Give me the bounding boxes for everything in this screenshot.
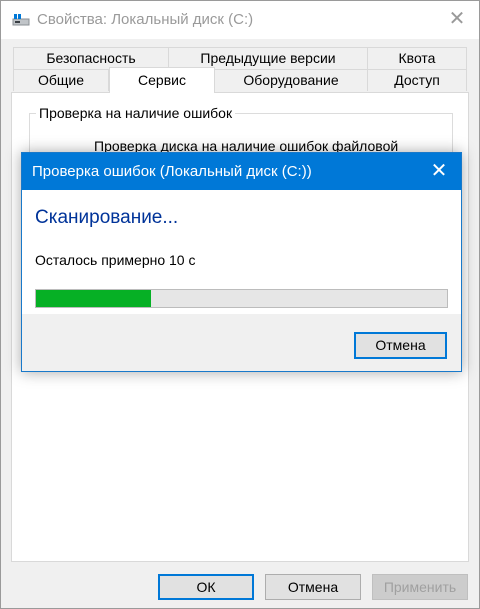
tab-sharing[interactable]: Доступ bbox=[367, 69, 467, 91]
error-check-dialog: Проверка ошибок (Локальный диск (C:)) ✕ … bbox=[21, 152, 462, 372]
dialog-title: Проверка ошибок (Локальный диск (C:)) bbox=[32, 163, 312, 180]
apply-button[interactable]: Применить bbox=[372, 574, 468, 600]
titlebar: Свойства: Локальный диск (C:) ✕ bbox=[1, 1, 479, 39]
group-title: Проверка на наличие ошибок bbox=[36, 105, 236, 121]
dialog-cancel-button[interactable]: Отмена bbox=[354, 332, 447, 359]
tab-security[interactable]: Безопасность bbox=[13, 47, 169, 69]
close-icon[interactable]: ✕ bbox=[429, 161, 449, 181]
dialog-titlebar: Проверка ошибок (Локальный диск (C:)) ✕ bbox=[22, 153, 461, 190]
tab-quota[interactable]: Квота bbox=[367, 47, 467, 69]
tab-previous-versions[interactable]: Предыдущие версии bbox=[168, 47, 368, 69]
dialog-body: Сканирование... Осталось примерно 10 с bbox=[22, 190, 461, 314]
tab-hardware[interactable]: Оборудование bbox=[214, 69, 368, 91]
progress-fill bbox=[36, 290, 151, 307]
progress-bar bbox=[35, 289, 448, 308]
window-title: Свойства: Локальный диск (C:) bbox=[37, 11, 254, 28]
ok-button[interactable]: ОК bbox=[158, 574, 254, 600]
time-remaining-text: Осталось примерно 10 с bbox=[35, 252, 196, 268]
drive-icon bbox=[12, 13, 30, 27]
close-icon[interactable]: ✕ bbox=[447, 9, 467, 29]
scan-status-heading: Сканирование... bbox=[35, 207, 179, 228]
cancel-button[interactable]: Отмена bbox=[265, 574, 361, 600]
tab-service[interactable]: Сервис bbox=[109, 67, 215, 93]
tab-general[interactable]: Общие bbox=[13, 69, 109, 91]
